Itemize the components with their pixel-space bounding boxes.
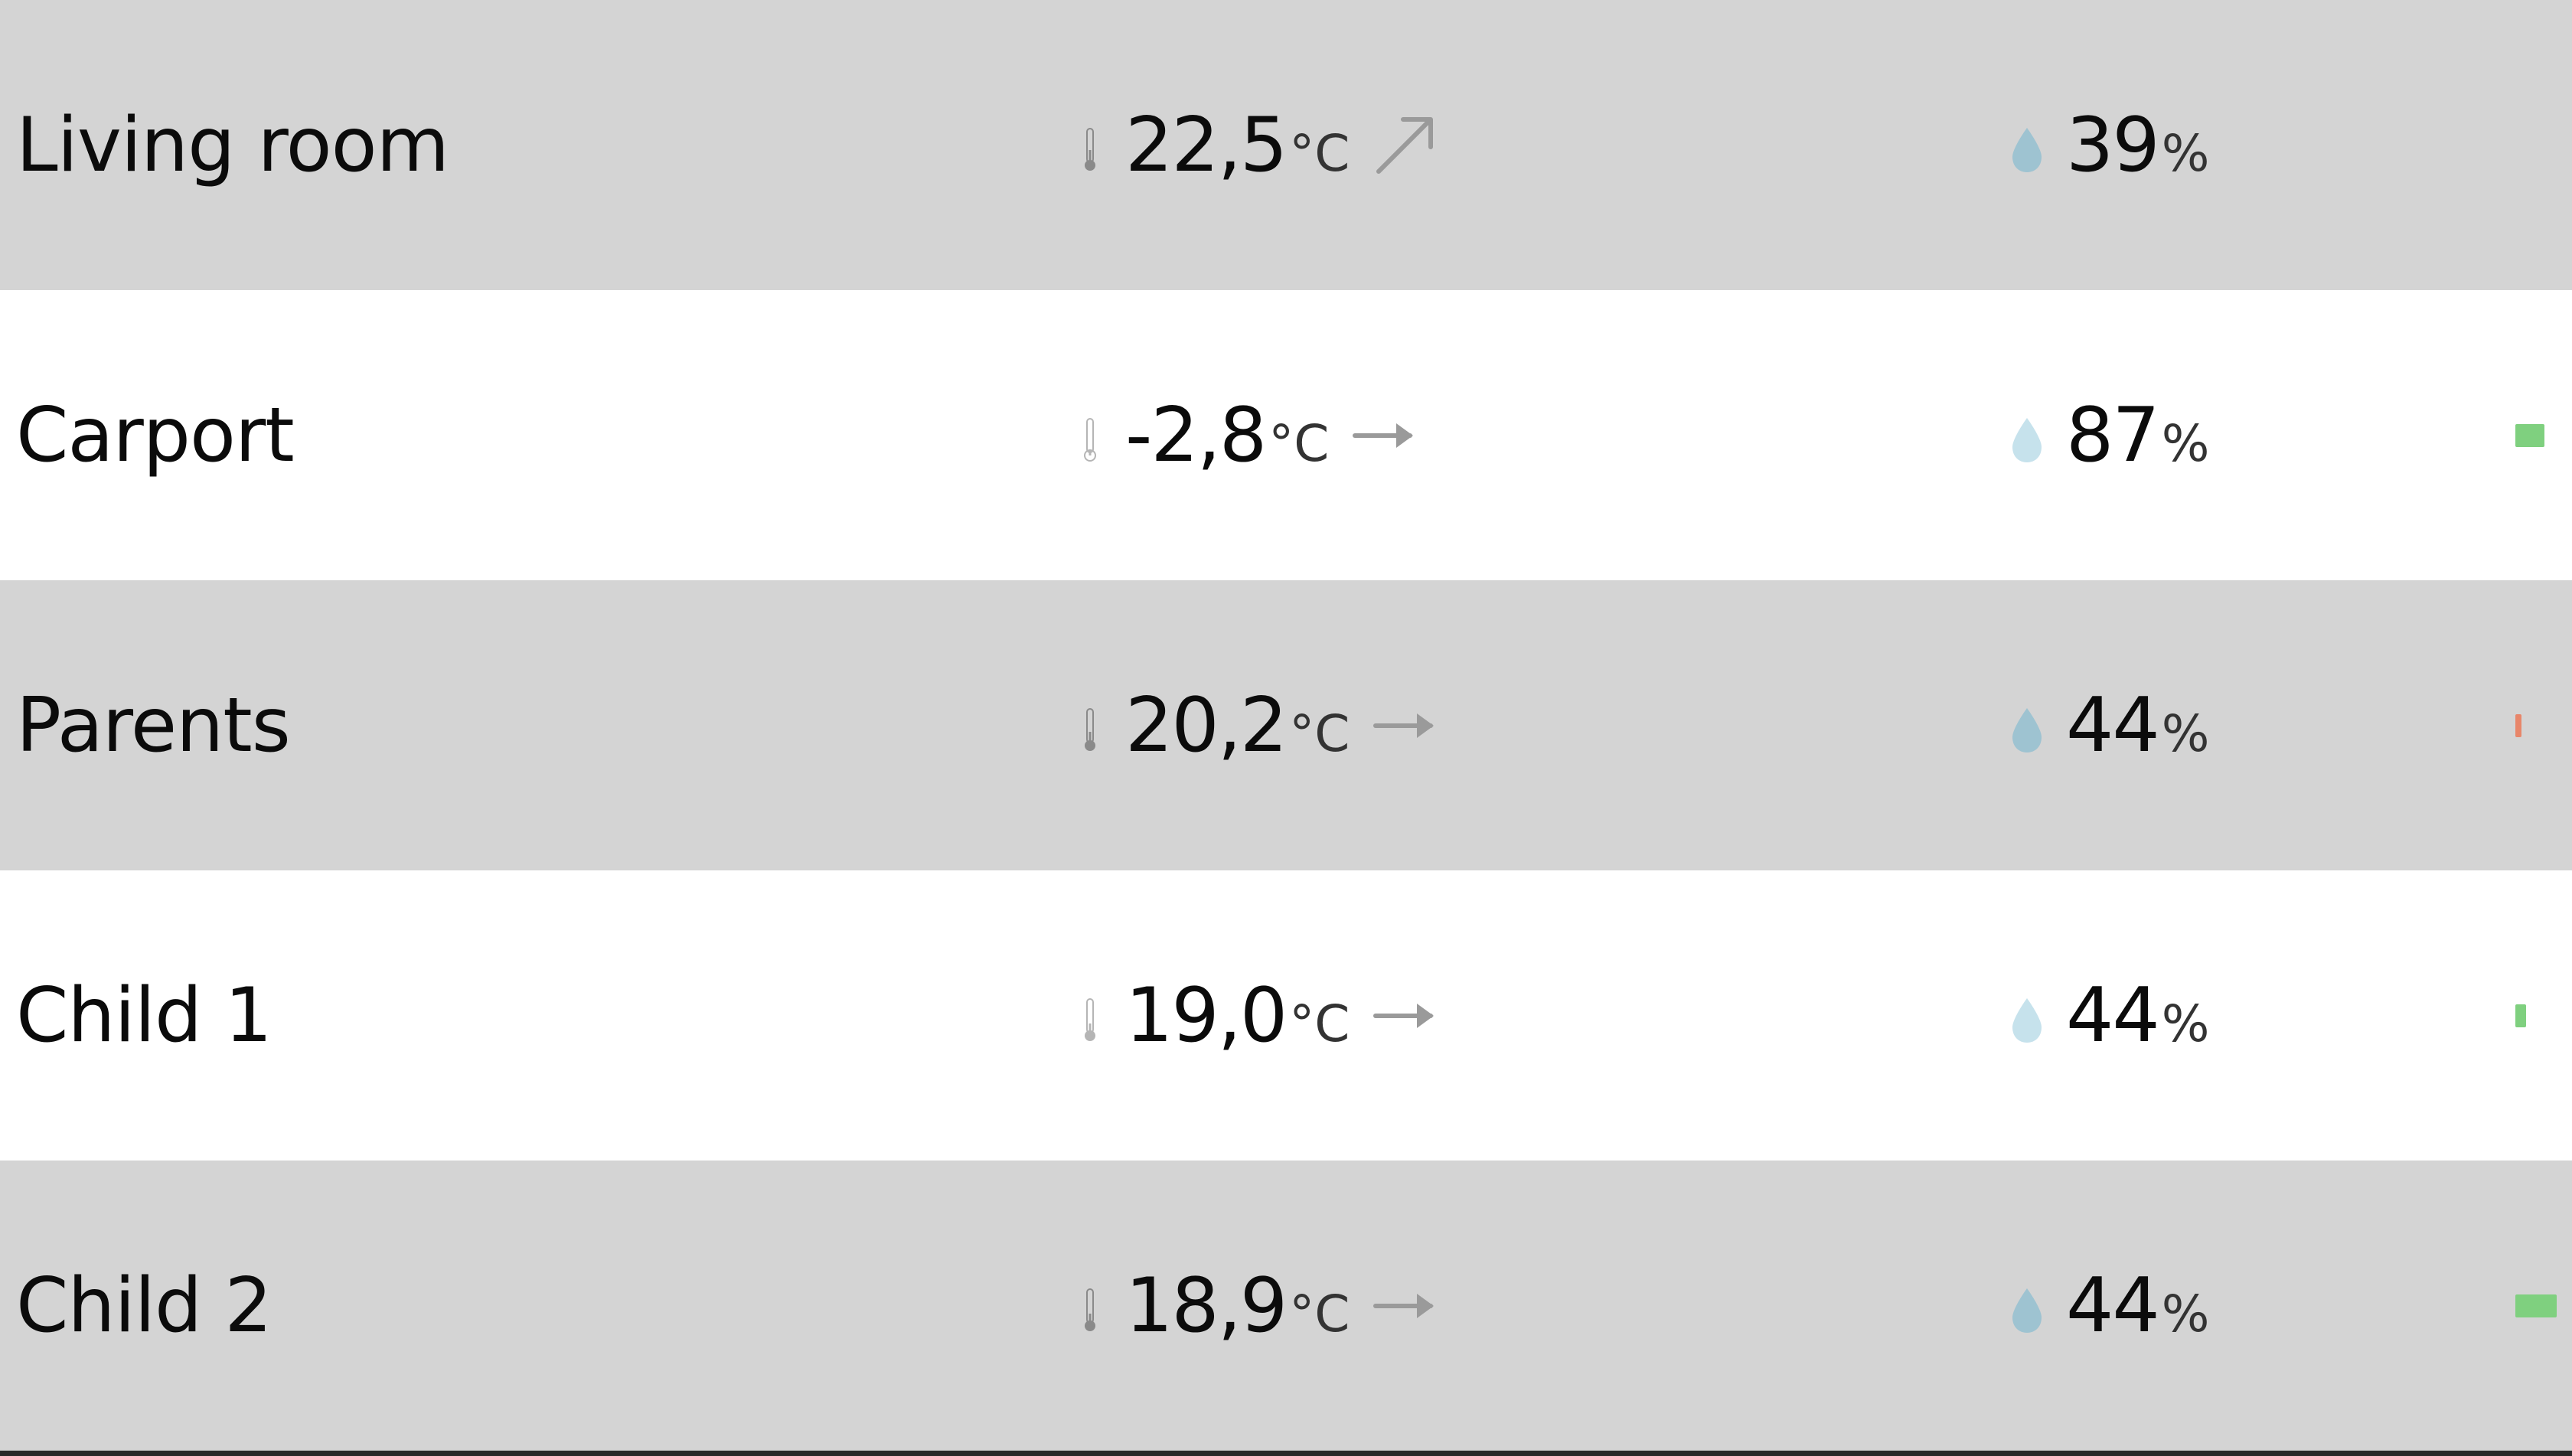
battery-level-bar — [2515, 580, 2521, 870]
room-name: Parents — [16, 681, 291, 769]
battery-level-bar — [2515, 1161, 2557, 1451]
water-drop-icon — [2012, 1288, 2042, 1333]
humidity-value: 44 — [2066, 971, 2160, 1059]
humidity-unit: % — [2161, 123, 2210, 183]
room-name: Child 1 — [16, 971, 273, 1059]
temperature-reading: 19,0 °C — [1081, 870, 1437, 1161]
humidity-reading: 44 % — [2009, 1161, 2209, 1451]
humidity-reading: 44 % — [2009, 580, 2209, 870]
temperature-unit: °C — [1289, 123, 1350, 183]
water-drop-icon — [2012, 127, 2042, 172]
arrow-up-right-icon — [1376, 116, 1434, 174]
arrow-right-icon — [1373, 713, 1435, 738]
thermometer-icon — [1085, 707, 1095, 751]
water-drop-icon — [2012, 417, 2042, 462]
room-row-parents[interactable]: Parents 20,2 °C 44 % — [0, 580, 2572, 870]
temperature-value: 19,0 — [1125, 971, 1288, 1059]
room-row-carport[interactable]: Carport -2,8 °C 87 % — [0, 290, 2572, 580]
temperature-reading: 22,5 °C — [1081, 0, 1437, 290]
humidity-value: 44 — [2066, 1262, 2160, 1350]
battery-level-fill — [2515, 1294, 2557, 1317]
room-row-living-room[interactable]: Living room 22,5 °C 39 % — [0, 0, 2572, 290]
battery-level-fill — [2515, 1004, 2526, 1027]
room-name: Carport — [16, 391, 295, 479]
temperature-unit: °C — [1268, 413, 1330, 473]
temperature-unit: °C — [1289, 704, 1350, 763]
room-row-child-1[interactable]: Child 1 19,0 °C 44 % — [0, 870, 2572, 1161]
humidity-unit: % — [2161, 704, 2210, 763]
battery-level-bar — [2515, 290, 2544, 580]
temperature-value: 22,5 — [1125, 101, 1288, 189]
humidity-reading: 39 % — [2009, 0, 2209, 290]
temperature-reading: -2,8 °C — [1081, 290, 1416, 580]
humidity-value: 44 — [2066, 681, 2160, 769]
temperature-value: 20,2 — [1125, 681, 1288, 769]
temperature-reading: 20,2 °C — [1081, 580, 1437, 870]
humidity-value: 39 — [2066, 101, 2160, 189]
thermometer-icon — [1085, 1288, 1095, 1331]
humidity-reading: 87 % — [2009, 290, 2209, 580]
battery-level-bar — [2515, 870, 2526, 1161]
room-name: Child 2 — [16, 1262, 273, 1350]
arrow-right-icon — [1353, 423, 1414, 448]
temperature-unit: °C — [1289, 994, 1350, 1053]
humidity-value: 87 — [2066, 391, 2160, 479]
room-row-child-2[interactable]: Child 2 18,9 °C 44 % — [0, 1161, 2572, 1451]
temperature-value: -2,8 — [1125, 391, 1267, 479]
thermometer-icon — [1085, 997, 1095, 1041]
temperature-value: 18,9 — [1125, 1262, 1288, 1350]
arrow-right-icon — [1373, 1293, 1435, 1318]
battery-level-fill — [2515, 713, 2521, 737]
room-climate-list: Living room 22,5 °C 39 % Carport -2,8 °C… — [0, 0, 2572, 1451]
humidity-unit: % — [2161, 413, 2210, 473]
humidity-unit: % — [2161, 1284, 2210, 1343]
battery-level-fill — [2515, 423, 2544, 447]
room-name: Living room — [16, 101, 449, 189]
humidity-unit: % — [2161, 994, 2210, 1053]
temperature-unit: °C — [1289, 1284, 1350, 1343]
arrow-right-icon — [1373, 1003, 1435, 1028]
humidity-reading: 44 % — [2009, 870, 2209, 1161]
water-drop-icon — [2012, 997, 2042, 1043]
thermometer-icon — [1085, 127, 1095, 171]
temperature-reading: 18,9 °C — [1081, 1161, 1437, 1451]
thermometer-icon — [1084, 417, 1096, 462]
water-drop-icon — [2012, 707, 2042, 752]
